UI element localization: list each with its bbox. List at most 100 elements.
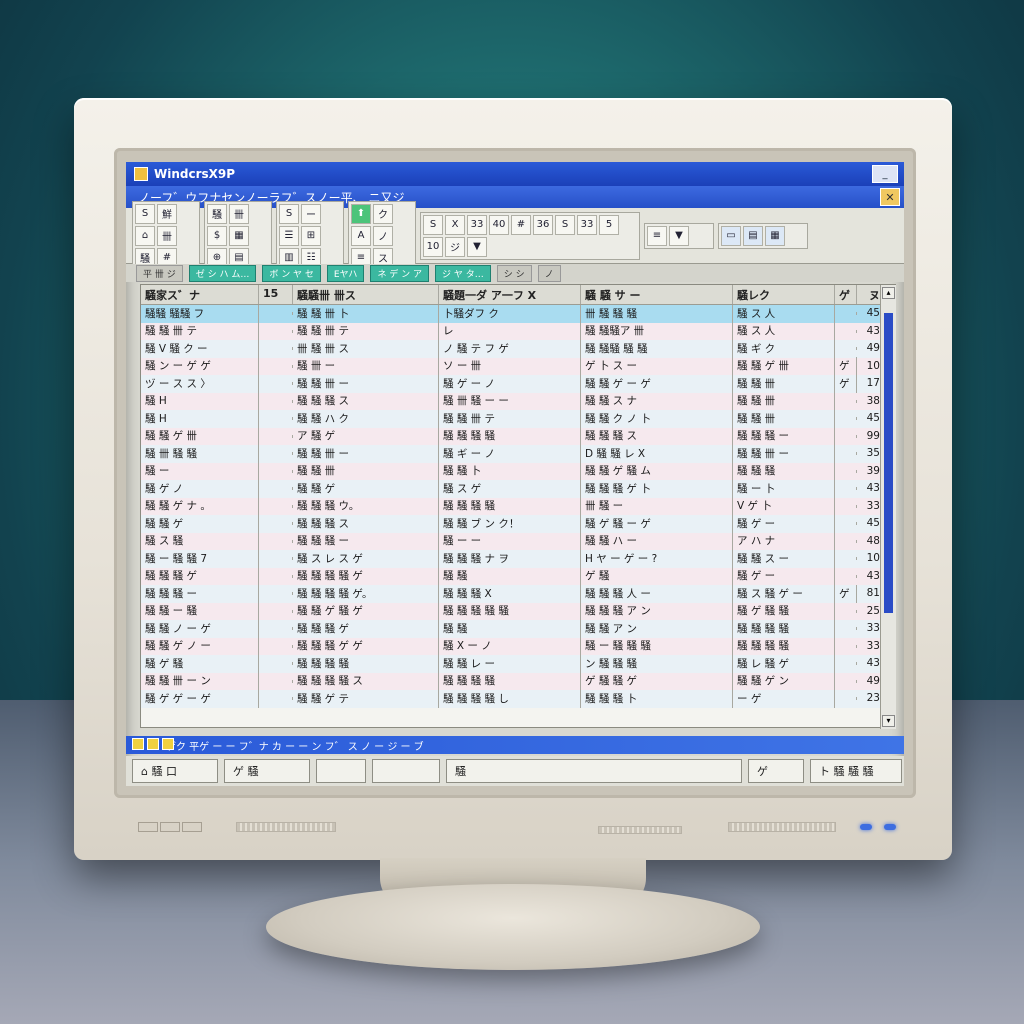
table-cell[interactable]: 騒 騒 騒 ゲ [141,567,259,586]
table-cell[interactable]: 騒 ー 騒 騒 騒 [581,637,733,656]
toolbar-button[interactable]: ノ [373,225,393,246]
table-cell[interactable]: 騒 騒 騒 騒 し [439,689,581,708]
table-cell[interactable]: 騒 ギ ー ノ [439,444,581,463]
table-cell[interactable]: 騒 騒 卌 [293,462,439,481]
toolbar-button[interactable]: 33 [467,214,487,235]
task-button-3[interactable] [316,759,366,783]
table-cell[interactable]: 騒 騒 ス ナ [581,392,733,411]
table-cell[interactable]: 騒 騒 騒 ー [733,427,835,446]
table-cell[interactable]: 騒 騒 騒 ス [293,514,439,533]
table-cell[interactable]: 騒 ゲ ゲ ー ゲ [141,689,259,708]
table-cell[interactable]: 騒 ゲ 騒 ー ゲ [581,514,733,533]
table-row[interactable]: 騒 騒 卌 ー ン騒 騒 騒 騒 ス騒 騒 騒 騒ゲ 騒 騒 ゲ騒 騒 ゲ ン4… [141,672,895,691]
table-cell[interactable]: 騒 騒 ハ ー [581,532,733,551]
table-row[interactable]: 騒 H騒 騒 騒 ス騒 卌 騒 ー ー騒 騒 ス ナ騒 騒 卌 38 [141,392,895,411]
toolbar-button[interactable]: ▦ [229,225,249,246]
document-icon[interactable] [147,738,159,750]
sheet-tab[interactable]: ジ ヤ タ… [435,264,491,282]
table-cell[interactable] [835,644,857,648]
table-cell[interactable]: 騒 ス 人 [733,305,835,323]
scroll-thumb[interactable] [884,313,893,613]
table-cell[interactable]: 騒 騒 ハ ク [293,409,439,428]
table-cell[interactable] [259,627,293,631]
table-row[interactable]: 騒 騒 ゲ ナ 。騒 騒 騒 ウ。騒 騒 騒 騒卌 騒 ーV ゲ 卜 33 [141,497,895,516]
table-cell[interactable] [835,662,857,666]
table-cell[interactable]: 騒 騒 ノ ー ゲ [141,619,259,638]
table-cell[interactable] [259,347,293,351]
scroll-up-icon[interactable]: ▴ [882,287,895,299]
table-cell[interactable] [835,399,857,403]
task-button-6[interactable]: ゲ [748,759,804,783]
sheet-tab[interactable]: 平 卌 ジ [136,264,183,282]
toolbar-button[interactable]: 36 [533,214,553,235]
table-row[interactable]: 騒 ゲ ゲ ー ゲ騒 騒 ゲ テ騒 騒 騒 騒 し騒 騒 騒 卜ー ゲ 23 [141,689,895,708]
toolbar-button[interactable]: S [423,214,443,235]
table-cell[interactable]: 騒 騒 ゲ 騒 ゲ [293,602,439,621]
table-cell[interactable]: 騒 騒 ア ン [581,619,733,638]
table-cell[interactable]: ソ ー 卌 [439,357,581,376]
column-header[interactable]: 騒題一ダ ア一フ X [439,285,581,304]
table-cell[interactable]: 騒 卌 騒 ー ー [439,392,581,411]
table-cell[interactable]: 騒 騒 騒 ゲ 卜 [581,479,733,498]
table-cell[interactable] [835,329,857,333]
table-cell[interactable]: 騒 ン ー ゲ ゲ [141,357,259,376]
table-cell[interactable]: 騒 騒 ゲ ノ ー [141,637,259,656]
table-cell[interactable] [835,539,857,543]
table-row[interactable]: 騒 騒 ゲ 卌ア 騒 ゲ騒 騒 騒 騒騒 騒 騒 ス騒 騒 騒 ー 99 [141,427,895,446]
table-cell[interactable] [259,539,293,543]
table-cell[interactable] [259,504,293,508]
table-cell[interactable] [835,679,857,683]
table-row[interactable]: 騒 騒 ゲ ノ ー 騒 騒 騒 ゲ ゲ騒 X ー ノ騒 ー 騒 騒 騒騒 騒 騒 … [141,637,895,656]
table-cell[interactable]: 騒 騒 騒 ー [293,532,439,551]
table-cell[interactable]: 騒 V 騒 ク ー [141,339,259,358]
table-cell[interactable]: 騒 騒 騒 騒 [439,672,581,691]
toolbar-button[interactable]: 40 [489,214,509,235]
table-cell[interactable] [835,504,857,508]
table-cell[interactable]: 騒 騒 騒 卜 [581,689,733,708]
table-cell[interactable]: 騒 騒 騒 騒 ゲ。 [293,584,439,603]
table-cell[interactable] [835,417,857,421]
toolbar-button[interactable]: ▼ [669,225,689,246]
table-cell[interactable] [259,574,293,578]
table-cell[interactable]: 騒 騒 レ ー [439,654,581,673]
toolbar-button[interactable]: S [135,203,155,224]
table-cell[interactable] [835,452,857,456]
table-cell[interactable]: ー ゲ [733,689,835,708]
table-cell[interactable] [259,679,293,683]
table-cell[interactable]: 騒 騒 ゲ ン [733,672,835,691]
table-cell[interactable]: 騒 レ 騒 ゲ [733,654,835,673]
table-cell[interactable] [259,417,293,421]
table-cell[interactable]: レ [439,322,581,341]
task-button-2[interactable]: ゲ 騒 [224,759,310,783]
sheet-tab[interactable]: ネ デ ン ア [370,264,430,282]
toolbar-button[interactable]: ジ [445,236,465,257]
table-cell[interactable]: 騒 騒 騒 騒 [439,427,581,446]
table-cell[interactable]: 騒 騒 ゲ テ [293,689,439,708]
table-cell[interactable]: H ヤ ー ゲ ー ? [581,549,733,568]
column-header[interactable]: 15 [259,285,293,304]
table-cell[interactable]: 騒 騒 騒 騒 ス [293,672,439,691]
table-cell[interactable] [835,574,857,578]
table-cell[interactable]: ゲ [835,374,857,393]
star-icon[interactable] [162,738,174,750]
table-row[interactable]: 騒 H騒 騒 ハ ク騒 騒 卌 テ騒 騒 ク ノ 卜騒 騒 卌 45 [141,409,895,428]
table-cell[interactable]: 騒 騒 騒 ウ。 [293,497,439,516]
table-cell[interactable] [259,557,293,561]
task-button-7[interactable]: ト 騒 騒 騒 [810,759,902,783]
table-cell[interactable]: ゲ 騒 騒 ゲ [581,672,733,691]
table-row[interactable]: 騒 騒 ゲ騒 騒 騒 ス騒 騒 ブ ン ク！騒 ゲ 騒 ー ゲ騒 ゲ ー 45 [141,514,895,533]
table-cell[interactable]: 騒 騒騒 騒 騒 [581,339,733,358]
toolbar-button[interactable]: 鮮 [157,203,177,224]
table-cell[interactable] [259,592,293,596]
table-cell[interactable]: 卌 騒 騒 騒 [581,305,733,323]
table-cell[interactable]: 騒 ゲ ー [733,567,835,586]
scroll-down-icon[interactable]: ▾ [882,715,895,727]
table-cell[interactable]: 騒 騒 騒 X [439,584,581,603]
table-cell[interactable] [835,697,857,701]
table-cell[interactable]: 騒 騒 卜 [439,462,581,481]
table-cell[interactable]: 騒 騒 騒 騒 [733,637,835,656]
table-cell[interactable] [259,452,293,456]
table-cell[interactable]: 騒 ゲ ー [733,514,835,533]
table-cell[interactable]: 騒 騒 [439,619,581,638]
table-cell[interactable] [259,469,293,473]
